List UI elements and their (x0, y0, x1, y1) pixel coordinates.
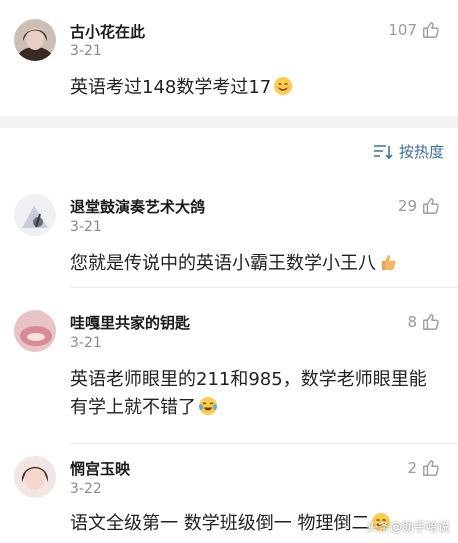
username[interactable]: 惘宫玉映 (70, 458, 130, 479)
avatar[interactable] (14, 456, 56, 498)
comment-text-content: 您就是传说中的英语小霸王数学小王八 (70, 253, 376, 274)
like-button[interactable]: 2 (407, 457, 440, 479)
comment-text: 英语老师眼里的211和985，数学老师眼里能有学上就不错了 (70, 366, 442, 422)
like-button[interactable]: 8 (407, 311, 440, 333)
thumbs-up-outline-icon (423, 198, 439, 214)
avatar[interactable] (14, 310, 56, 352)
watermark: 头条@助手哈说 (366, 518, 450, 535)
avatar[interactable] (14, 19, 56, 61)
like-button[interactable]: 107 (388, 19, 440, 41)
comment-date: 3-21 (70, 43, 102, 59)
divider (70, 443, 458, 444)
thumbs-up-outline-icon (423, 22, 439, 38)
comment-text-content: 语文全级第一 数学班级倒一 物理倒二 (70, 513, 370, 534)
comment-text: 英语考过148数学考过17 (70, 74, 442, 102)
thumbs-up-outline-icon (423, 314, 439, 330)
watermark-text: 头条@助手哈说 (365, 520, 450, 534)
smiling-face-emoji (274, 77, 293, 95)
sort-label: 按热度 (398, 143, 444, 161)
crying-laughing-emoji (199, 397, 217, 415)
like-count: 29 (397, 197, 417, 215)
sort-toggle[interactable]: 按热度 (373, 141, 444, 162)
thumbs-up-outline-icon (423, 460, 439, 476)
comment-date: 3-22 (70, 481, 102, 497)
username[interactable]: 退堂鼓演奏艺术大鸽 (70, 196, 205, 217)
comment-date: 3-21 (70, 335, 102, 351)
thumbs-up-emoji (382, 255, 396, 270)
sort-icon (373, 144, 393, 159)
username[interactable]: 古小花在此 (70, 21, 145, 42)
section-divider (0, 116, 458, 128)
avatar[interactable] (14, 194, 56, 236)
like-count: 8 (407, 313, 417, 331)
divider (70, 287, 458, 288)
comment-date: 3-21 (70, 219, 102, 235)
like-count: 2 (407, 459, 417, 477)
comment-text: 您就是传说中的英语小霸王数学小王八 (70, 250, 442, 278)
username[interactable]: 哇嘎里共家的钥匙 (70, 312, 190, 333)
like-button[interactable]: 29 (398, 195, 440, 217)
comment-text-content: 英语考过148数学考过17 (70, 77, 272, 98)
like-count: 107 (388, 21, 417, 39)
comment-text-content: 英语老师眼里的211和985，数学老师眼里能有学上就不错了 (70, 369, 427, 418)
